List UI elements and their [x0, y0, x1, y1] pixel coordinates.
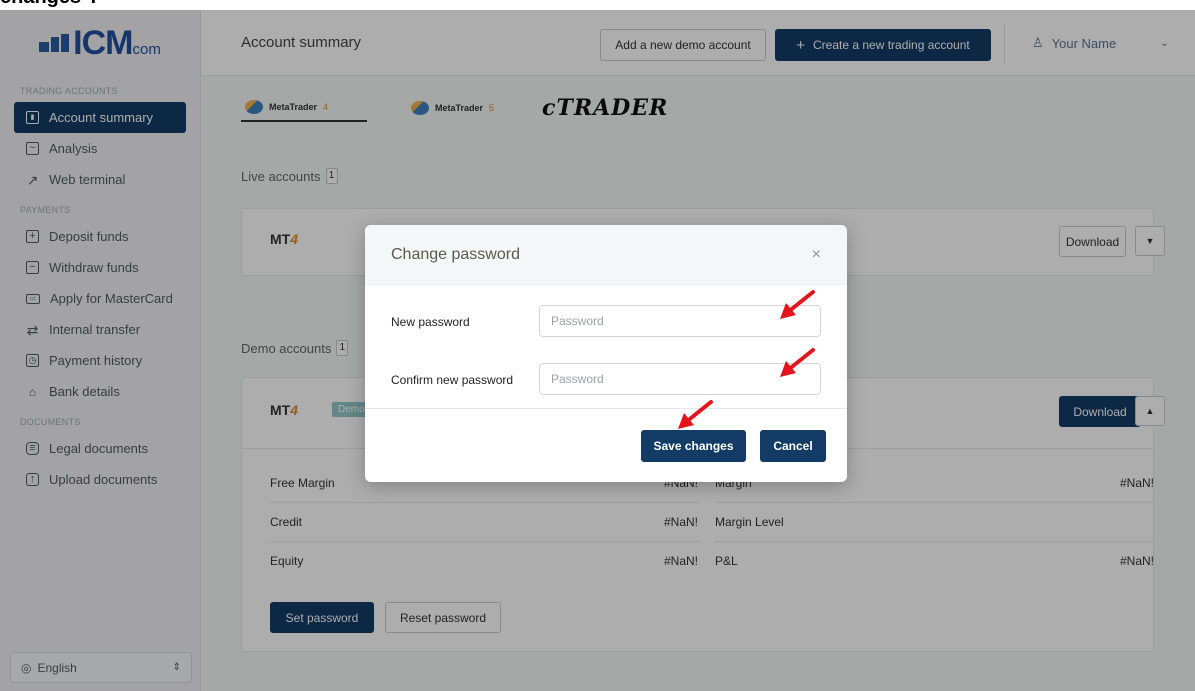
dialog-title: Change password — [391, 245, 520, 263]
annotation-arrow-icon — [780, 290, 815, 319]
confirm-password-label: Confirm new password — [391, 373, 514, 387]
annotation-arrow-icon — [780, 348, 815, 377]
save-changes-button[interactable]: Save changes — [641, 430, 746, 462]
close-icon[interactable]: × — [812, 246, 821, 264]
dialog-divider — [365, 408, 847, 409]
annotation-arrow-icon — [678, 400, 713, 429]
caption-text-strip: changes". — [0, 0, 1195, 10]
cancel-button[interactable]: Cancel — [760, 430, 826, 462]
change-password-dialog: Change password × New password Confirm n… — [365, 225, 847, 482]
caption-text: changes". — [0, 0, 96, 9]
dialog-header: Change password × — [365, 225, 847, 285]
new-password-label: New password — [391, 315, 470, 329]
